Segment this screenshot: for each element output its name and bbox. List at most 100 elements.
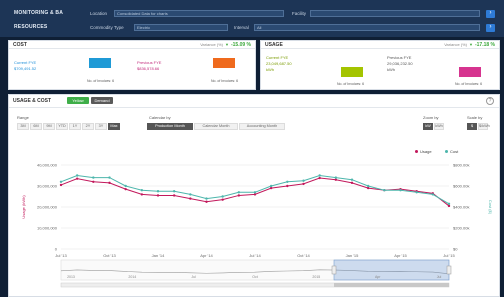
cost-current-label: Current FYE: [14, 60, 37, 65]
data-point-usage: [75, 177, 79, 180]
location-select[interactable]: Consolidated Data for charts: [114, 10, 284, 17]
data-point-cost: [318, 174, 321, 177]
cost-variance-value: -15.09 %: [230, 41, 251, 48]
usage-current-value: 23,049,687.50: [266, 61, 292, 66]
data-point-usage: [221, 198, 224, 201]
interval-go-button[interactable]: ›: [486, 24, 495, 32]
navigator-label: Oct: [252, 275, 257, 279]
data-point-cost: [302, 179, 305, 182]
arrow-down-icon: ▼: [469, 42, 473, 47]
app-subtitle: RESOURCES: [14, 24, 48, 30]
cost-previous-label: Previous FYE: [137, 60, 162, 65]
data-point-cost: [108, 176, 111, 179]
chevron-right-icon: ›: [489, 10, 492, 16]
x-tick-label: Oct '13: [103, 253, 116, 258]
cost-current-swatch: [89, 58, 111, 68]
cost-previous-breakdown[interactable]: No. of Invoices: 6: [211, 79, 238, 83]
usage-previous-unit: kWh: [387, 67, 395, 72]
left-tick-label: 10,000,000: [37, 226, 58, 231]
data-point-usage: [334, 178, 338, 181]
left-tick-label: 0: [55, 247, 58, 252]
data-point-cost: [286, 180, 289, 183]
data-point-usage: [269, 186, 273, 190]
commodity-label: Commodity Type: [90, 25, 124, 30]
commodity-select[interactable]: Electric: [134, 24, 228, 31]
data-point-cost: [350, 178, 354, 181]
navigator-label: Jul: [191, 275, 196, 279]
usage-current-unit: kWh: [266, 67, 274, 72]
data-point-usage: [92, 180, 95, 183]
x-tick-label: Jan '15: [346, 253, 360, 258]
x-tick-label: Oct '14: [297, 253, 310, 258]
usage-panel: USAGE Variance (%) ▼ -17.18 % Current FY…: [260, 40, 500, 90]
data-point-usage: [124, 187, 127, 191]
data-point-cost: [140, 189, 144, 192]
cost-panel-header: COST Variance (%) ▼ -15.09 %: [9, 41, 255, 49]
facility-label: Facility: [292, 11, 307, 16]
navigator-handle-left: [331, 265, 337, 275]
data-point-cost: [172, 190, 176, 193]
navigator-label: 2013: [67, 275, 75, 279]
interval-label: Interval: [234, 25, 249, 30]
cost-variance-label: Variance (%): [200, 42, 224, 47]
data-point-cost: [124, 184, 127, 188]
data-point-cost: [205, 197, 208, 200]
data-point-cost: [366, 184, 370, 188]
facility-select[interactable]: [310, 10, 480, 17]
top-filter-bar: MONITORING & BA RESOURCES Location Conso…: [0, 0, 504, 37]
right-tick-label: $0: [453, 247, 458, 252]
right-tick-label: $600.00k: [453, 184, 469, 189]
navigator-label: 2015: [312, 275, 320, 279]
left-axis-title: Usage (kWh): [21, 195, 26, 219]
usage-variance: Variance (%) ▼ -17.18 %: [444, 42, 495, 48]
left-tick-label: 40,000,000: [37, 163, 58, 168]
usage-previous-breakdown[interactable]: No. of Invoices: 6: [455, 82, 482, 86]
data-point-cost: [221, 195, 224, 198]
location-label: Location: [90, 11, 108, 16]
app-title: MONITORING & BA: [14, 10, 64, 16]
data-point-cost: [431, 193, 435, 196]
data-point-cost: [334, 176, 338, 179]
x-tick-label: Jan '14: [152, 253, 166, 258]
cost-panel-title: COST: [13, 41, 27, 48]
cost-current-breakdown[interactable]: No. of Invoices: 6: [87, 79, 114, 83]
data-point-cost: [447, 202, 451, 206]
navigator-label: Apr: [375, 275, 381, 279]
facility-go-button[interactable]: ›: [486, 10, 495, 18]
right-tick-label: $400.00k: [453, 205, 469, 210]
usage-previous-label: Previous FYE: [387, 55, 412, 60]
arrow-down-icon: ▼: [225, 42, 229, 47]
x-tick-label: Jul '14: [249, 253, 261, 258]
usage-previous-value: 29,036,232.50: [387, 61, 413, 66]
data-point-cost: [237, 191, 241, 194]
usage-cost-chart[interactable]: 0 10,000,000 20,000,000 30,000,000 40,000,00…: [9, 95, 499, 296]
data-point-usage: [189, 197, 192, 200]
cost-previous-swatch: [213, 58, 235, 68]
data-point-usage: [59, 183, 63, 187]
data-point-usage: [253, 193, 257, 196]
left-tick-label: 30,000,000: [37, 184, 58, 189]
usage-variance-label: Variance (%): [444, 42, 468, 47]
data-point-cost: [75, 174, 79, 177]
right-tick-label: $200.00k: [453, 226, 469, 231]
x-tick-label: Jul '13: [55, 253, 67, 258]
scrollbar-thumb: [334, 283, 449, 287]
chevron-right-icon: ›: [489, 24, 492, 30]
data-point-usage: [205, 200, 208, 203]
interval-select[interactable]: All: [254, 24, 480, 31]
usage-current-label: Current FYE: [266, 55, 289, 60]
usage-previous-swatch: [459, 67, 481, 77]
usage-panel-title: USAGE: [265, 41, 283, 48]
data-point-cost: [59, 180, 63, 183]
data-point-cost: [92, 176, 95, 179]
usage-cost-panel: USAGE & COST Yellow Demand ? Range 3M 6M 9…: [8, 94, 500, 297]
data-point-cost: [399, 189, 402, 192]
cost-variance: Variance (%) ▼ -15.09 %: [200, 42, 251, 48]
data-point-usage: [237, 194, 241, 197]
data-point-usage: [318, 176, 321, 180]
data-point-usage: [172, 194, 176, 197]
usage-current-breakdown[interactable]: No. of Invoices: 6: [337, 82, 364, 86]
data-point-usage: [350, 181, 354, 185]
data-point-usage: [366, 186, 370, 190]
data-point-usage: [286, 184, 289, 188]
